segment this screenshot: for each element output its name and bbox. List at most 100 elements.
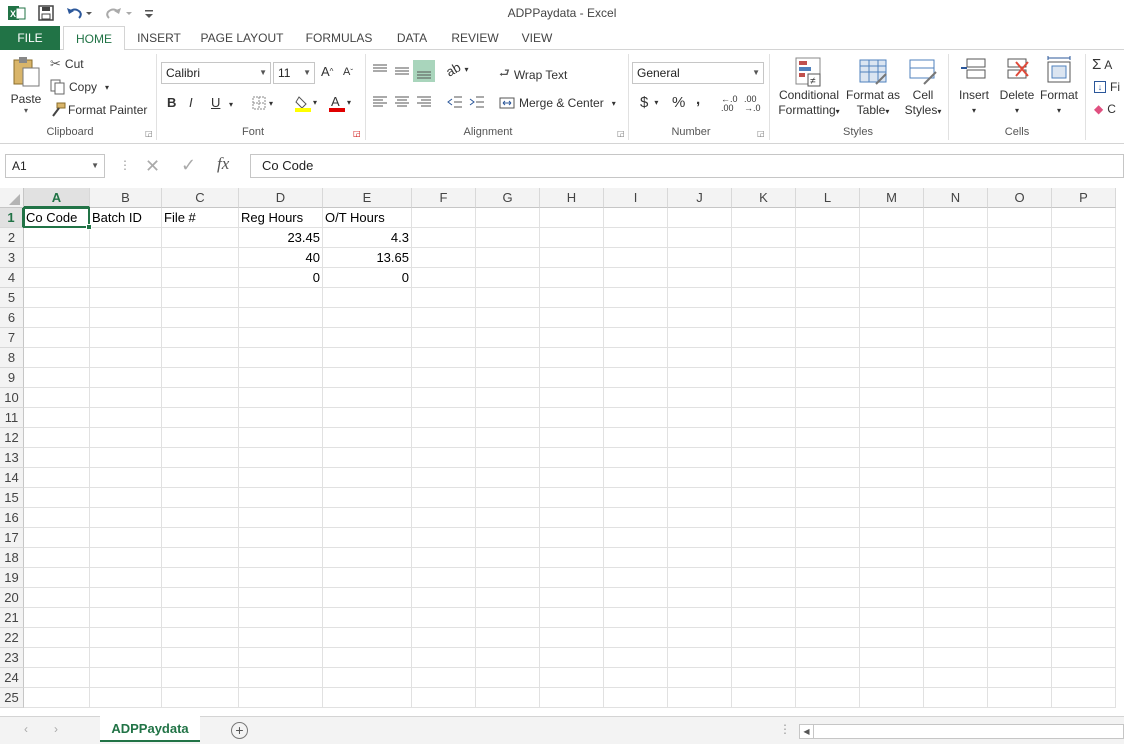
tab-view[interactable]: VIEW: [514, 26, 560, 50]
cell-e13[interactable]: [323, 448, 412, 468]
paste-button[interactable]: Paste ▾: [8, 56, 44, 126]
cell-styles-button[interactable]: Cell Styles▾: [902, 56, 944, 124]
cell-e10[interactable]: [323, 388, 412, 408]
cell-p3[interactable]: [1052, 248, 1116, 268]
cell-i23[interactable]: [604, 648, 668, 668]
scroll-right-icon[interactable]: ›: [54, 722, 58, 736]
increase-decimal-button[interactable]: ←.0.00: [721, 95, 738, 113]
clear-button[interactable]: ◆ C: [1094, 102, 1116, 116]
bottom-align-button[interactable]: [413, 60, 435, 82]
cell-m5[interactable]: [860, 288, 924, 308]
cell-j11[interactable]: [668, 408, 732, 428]
cell-n1[interactable]: [924, 208, 988, 228]
cell-a5[interactable]: [24, 288, 90, 308]
cell-g17[interactable]: [476, 528, 540, 548]
column-header-h[interactable]: H: [540, 188, 604, 208]
cell-l21[interactable]: [796, 608, 860, 628]
cell-i12[interactable]: [604, 428, 668, 448]
cell-n18[interactable]: [924, 548, 988, 568]
cell-c25[interactable]: [162, 688, 239, 708]
cell-e22[interactable]: [323, 628, 412, 648]
cell-d25[interactable]: [239, 688, 323, 708]
cell-i20[interactable]: [604, 588, 668, 608]
column-header-o[interactable]: O: [988, 188, 1052, 208]
cell-o14[interactable]: [988, 468, 1052, 488]
cell-a10[interactable]: [24, 388, 90, 408]
copy-button[interactable]: Copy ▾: [50, 79, 109, 95]
alignment-launcher-icon[interactable]: ◲: [617, 129, 625, 138]
cell-h8[interactable]: [540, 348, 604, 368]
cell-k10[interactable]: [732, 388, 796, 408]
comma-button[interactable]: ,: [696, 91, 700, 108]
cell-b7[interactable]: [90, 328, 162, 348]
cell-o5[interactable]: [988, 288, 1052, 308]
cell-i25[interactable]: [604, 688, 668, 708]
row-header-24[interactable]: 24: [0, 668, 24, 688]
cell-k5[interactable]: [732, 288, 796, 308]
cell-a2[interactable]: [24, 228, 90, 248]
cell-d3[interactable]: 40: [239, 248, 323, 268]
cell-m23[interactable]: [860, 648, 924, 668]
cell-c9[interactable]: [162, 368, 239, 388]
tab-data[interactable]: DATA: [388, 26, 436, 50]
decrease-decimal-button[interactable]: .00 →.0: [744, 95, 761, 113]
cell-c22[interactable]: [162, 628, 239, 648]
cell-h3[interactable]: [540, 248, 604, 268]
cell-j22[interactable]: [668, 628, 732, 648]
cell-l5[interactable]: [796, 288, 860, 308]
cell-o13[interactable]: [988, 448, 1052, 468]
cell-l3[interactable]: [796, 248, 860, 268]
cell-n22[interactable]: [924, 628, 988, 648]
cell-p16[interactable]: [1052, 508, 1116, 528]
cell-c3[interactable]: [162, 248, 239, 268]
tab-review[interactable]: REVIEW: [446, 26, 504, 50]
cell-k7[interactable]: [732, 328, 796, 348]
cell-h13[interactable]: [540, 448, 604, 468]
cell-l8[interactable]: [796, 348, 860, 368]
cell-n5[interactable]: [924, 288, 988, 308]
fill-button[interactable]: ↓ Fi: [1094, 80, 1120, 94]
row-header-25[interactable]: 25: [0, 688, 24, 708]
column-header-l[interactable]: L: [796, 188, 860, 208]
cell-b2[interactable]: [90, 228, 162, 248]
cell-p25[interactable]: [1052, 688, 1116, 708]
column-header-p[interactable]: P: [1052, 188, 1116, 208]
row-header-20[interactable]: 20: [0, 588, 24, 608]
row-header-16[interactable]: 16: [0, 508, 24, 528]
cell-k1[interactable]: [732, 208, 796, 228]
cell-c14[interactable]: [162, 468, 239, 488]
cell-e17[interactable]: [323, 528, 412, 548]
cell-i14[interactable]: [604, 468, 668, 488]
cell-k17[interactable]: [732, 528, 796, 548]
cell-n11[interactable]: [924, 408, 988, 428]
cell-e18[interactable]: [323, 548, 412, 568]
cell-p6[interactable]: [1052, 308, 1116, 328]
cell-n2[interactable]: [924, 228, 988, 248]
cell-o24[interactable]: [988, 668, 1052, 688]
cell-a17[interactable]: [24, 528, 90, 548]
cell-n7[interactable]: [924, 328, 988, 348]
cell-l13[interactable]: [796, 448, 860, 468]
underline-button[interactable]: U: [211, 95, 220, 110]
cell-d24[interactable]: [239, 668, 323, 688]
cell-e20[interactable]: [323, 588, 412, 608]
cell-g15[interactable]: [476, 488, 540, 508]
cell-e9[interactable]: [323, 368, 412, 388]
cell-n21[interactable]: [924, 608, 988, 628]
cell-f25[interactable]: [412, 688, 476, 708]
scroll-left-arrow-icon[interactable]: ◀: [800, 725, 814, 738]
cell-f3[interactable]: [412, 248, 476, 268]
cell-d20[interactable]: [239, 588, 323, 608]
column-header-k[interactable]: K: [732, 188, 796, 208]
cell-f5[interactable]: [412, 288, 476, 308]
cell-j24[interactable]: [668, 668, 732, 688]
cell-e16[interactable]: [323, 508, 412, 528]
cell-d22[interactable]: [239, 628, 323, 648]
worksheet-grid[interactable]: ABCDEFGHIJKLMNOP 1 2 3 4 5 6 7 8 9 10 11 12 13 14 15 16…: [0, 188, 1124, 716]
cell-f1[interactable]: [412, 208, 476, 228]
cell-p7[interactable]: [1052, 328, 1116, 348]
cell-g24[interactable]: [476, 668, 540, 688]
cell-l16[interactable]: [796, 508, 860, 528]
column-header-b[interactable]: B: [90, 188, 162, 208]
cell-h15[interactable]: [540, 488, 604, 508]
